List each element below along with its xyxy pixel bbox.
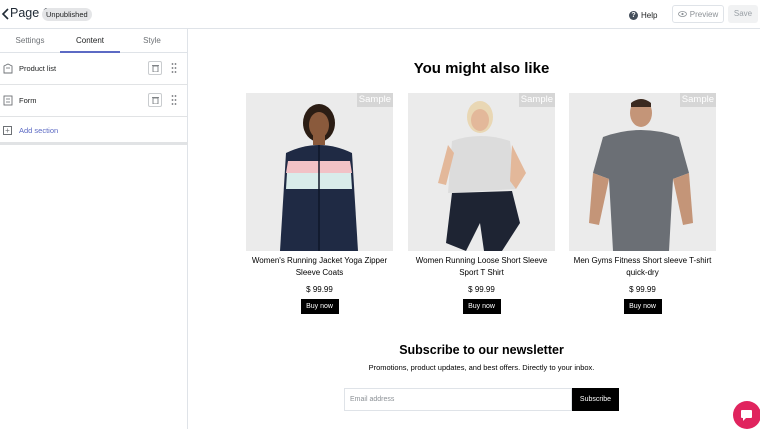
drag-handle-icon[interactable] [171, 62, 177, 74]
plus-icon: + [3, 126, 12, 135]
preview-button[interactable]: Preview [672, 5, 724, 23]
section-item-label: Form [19, 96, 37, 105]
top-bar: Page 1 Unpublished ? Help Preview Save [0, 0, 760, 29]
sample-tag: Sample [518, 93, 555, 107]
product-list-icon [3, 63, 13, 74]
trash-icon [151, 97, 159, 104]
product-name: Men Gyms Fitness Short sleeve T-shirt qu… [573, 256, 712, 277]
section-heading: You might also like [413, 60, 550, 77]
page-preview: You might also like Sample Women's Runni… [189, 30, 760, 429]
section-item-label: Product list [19, 64, 57, 73]
eye-icon [677, 11, 687, 17]
add-section-label: Add section [19, 126, 59, 135]
email-input[interactable]: Email address [344, 388, 572, 411]
newsletter-title: Subscribe to our newsletter [399, 343, 564, 357]
status-badge: Unpublished [42, 8, 92, 21]
product-price: $ 99.99 [629, 285, 656, 294]
buy-now-button[interactable]: Buy now [623, 299, 662, 314]
sidebar: Settings Content Style Product list Form [0, 29, 188, 429]
product-price: $ 99.99 [306, 285, 333, 294]
subscribe-button[interactable]: Subscribe [572, 388, 619, 411]
product-card[interactable]: Sample Women Running Loose Short Sleeve … [408, 93, 555, 314]
product-image: Sample [408, 93, 555, 251]
product-name: Women's Running Jacket Yoga Zipper Sleev… [251, 256, 388, 277]
form-icon [3, 95, 13, 106]
preview-label: Preview [689, 9, 719, 19]
section-item-form[interactable]: Form [0, 85, 188, 117]
product-card[interactable]: Sample Men Gyms Fitness Short sleeve T-s… [569, 93, 716, 314]
woman-jacket-illustration [280, 104, 358, 251]
product-image: Sample [246, 93, 393, 251]
product-price: $ 99.99 [468, 285, 495, 294]
help-icon: ? [629, 10, 638, 20]
help-button[interactable]: ? Help [629, 8, 657, 22]
buy-now-button[interactable]: Buy now [300, 299, 339, 314]
tab-content[interactable]: Content [60, 29, 120, 53]
sidebar-tabs: Settings Content Style [0, 29, 188, 53]
sample-tag: Sample [679, 93, 716, 107]
drag-handle-icon[interactable] [171, 94, 177, 106]
add-section-button[interactable]: + Add section [0, 117, 188, 145]
woman-tshirt-illustration [438, 101, 526, 251]
help-label: Help [641, 10, 658, 20]
product-card[interactable]: Sample Women's Running Jacket Yoga Zippe… [246, 93, 393, 314]
product-name: Women Running Loose Short Sleeve Sport T… [415, 256, 548, 277]
save-button[interactable]: Save [728, 5, 758, 23]
buy-now-button[interactable]: Buy now [462, 299, 501, 314]
section-item-product-list[interactable]: Product list [0, 53, 188, 85]
man-tshirt-illustration [589, 99, 693, 251]
chat-bubble-icon [741, 410, 752, 421]
sample-tag: Sample [356, 93, 393, 107]
trash-icon [151, 65, 159, 72]
product-image: Sample [569, 93, 716, 251]
delete-button[interactable] [148, 61, 162, 75]
tab-style[interactable]: Style [122, 29, 182, 53]
chat-icon[interactable] [733, 401, 760, 429]
delete-button[interactable] [148, 93, 162, 107]
tab-settings[interactable]: Settings [0, 29, 60, 53]
newsletter-subtitle: Promotions, product updates, and best of… [368, 363, 595, 372]
